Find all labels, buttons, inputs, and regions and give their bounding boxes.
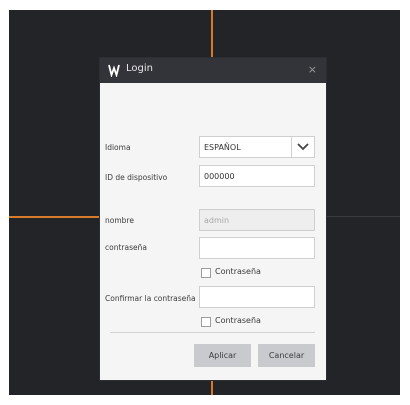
device-id-label: ID de dispositivo [105,173,168,182]
show-confirm-password-checkbox[interactable] [201,317,211,327]
form-divider [110,332,315,333]
show-password-label: Contraseña [215,267,261,276]
dialog-titlebar: Login × [100,58,326,83]
password-label: contraseña [105,243,147,252]
language-select[interactable]: ESPAÑOL [199,136,315,158]
chevron-down-icon[interactable] [291,137,314,157]
device-id-input[interactable]: 000000 [199,165,315,187]
username-label: nombre [105,216,134,225]
password-input[interactable] [199,237,315,259]
cancel-button[interactable]: Cancelar [258,344,315,367]
brand-logo-icon [108,64,120,77]
show-password-checkbox[interactable] [201,268,211,278]
login-dialog: Login × Idioma ESPAÑOL ID de dispositivo… [100,58,326,380]
username-input: admin [199,209,315,231]
language-select-value: ESPAÑOL [204,143,241,152]
confirm-password-label: Confirmar la contraseña [105,294,196,303]
confirm-password-input[interactable] [199,286,315,308]
language-label: Idioma [105,143,131,152]
selected-cell-border-horizontal [9,216,100,218]
show-confirm-password-label: Contraseña [215,316,261,325]
apply-button[interactable]: Aplicar [194,344,251,367]
close-icon[interactable]: × [308,63,317,76]
dialog-title: Login [126,63,153,74]
